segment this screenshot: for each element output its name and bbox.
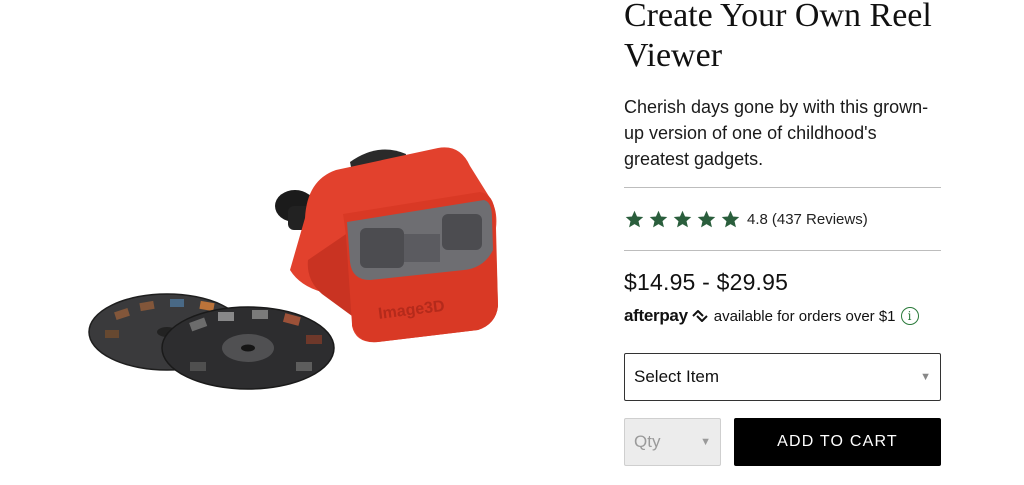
product-info: Create Your Own Reel Viewer Cherish days… — [624, 0, 942, 466]
dropdown-caret-icon: ▼ — [920, 371, 931, 383]
star-icon — [648, 209, 669, 230]
reviews-link[interactable]: (437 Reviews) — [772, 211, 868, 228]
afterpay-logo: afterpay — [624, 306, 688, 325]
rating-value: 4.8 — [747, 210, 768, 228]
star-icon — [720, 209, 741, 230]
price-range: $14.95 - $29.95 — [624, 269, 789, 295]
product-image[interactable]: Image3D — [60, 110, 540, 410]
afterpay-row: afterpay available for orders over $1 i — [624, 306, 942, 326]
dropdown-caret-icon: ▼ — [700, 436, 711, 448]
page-title: Create Your Own Reel Viewer — [624, 0, 932, 74]
quantity-select-label: Qty — [634, 432, 661, 451]
info-icon[interactable]: i — [900, 307, 919, 325]
star-rating — [624, 209, 741, 230]
product-page: Image3D Create Your Own Reel Viewer Cher… — [0, 0, 1024, 485]
cart-row: Qty ▼ ADD TO CART — [624, 418, 942, 466]
quantity-select[interactable]: Qty ▼ — [624, 418, 721, 466]
star-icon — [696, 209, 717, 230]
item-select-label: Select Item — [634, 367, 720, 386]
star-icon — [624, 209, 645, 230]
divider — [624, 250, 941, 251]
product-description: Cherish days gone by with this grown-up … — [624, 97, 929, 169]
afterpay-text: available for orders over $1 — [713, 307, 896, 325]
afterpay-arrows-icon — [690, 309, 710, 323]
rating-row[interactable]: 4.8 (437 Reviews) — [624, 188, 942, 250]
star-icon — [672, 209, 693, 230]
item-select[interactable]: Select Item ▼ — [624, 353, 941, 401]
add-to-cart-button[interactable]: ADD TO CART — [734, 418, 941, 466]
